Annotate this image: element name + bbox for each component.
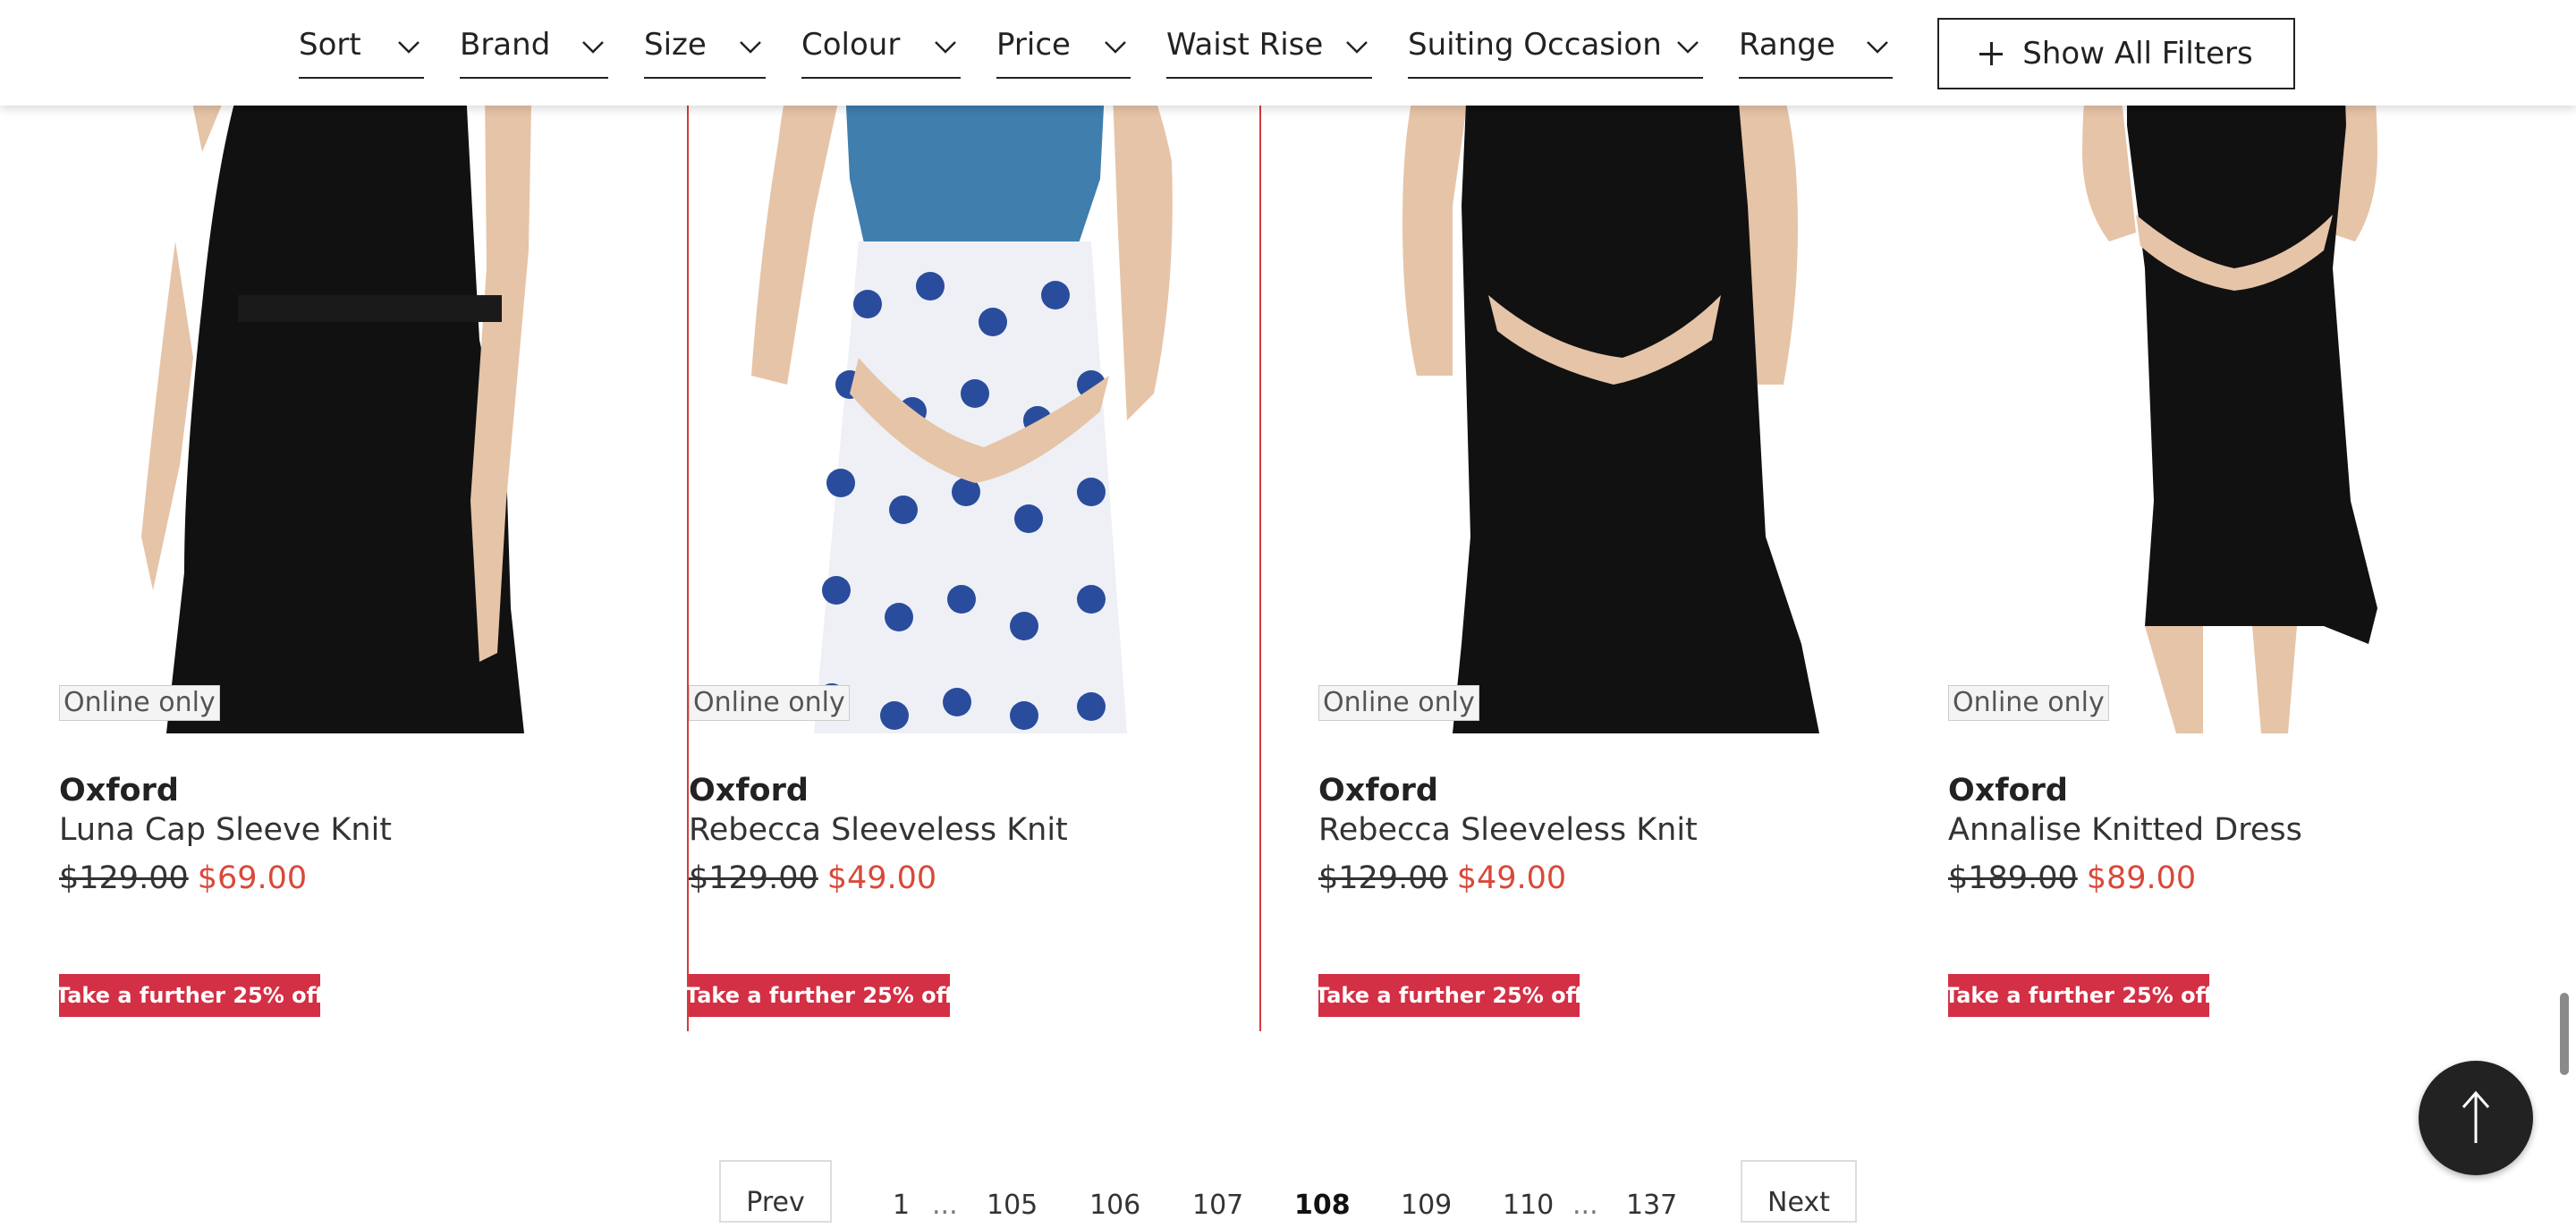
product-name[interactable]: Rebecca Sleeveless Knit	[689, 812, 1068, 848]
filter-suiting-occasion-label: Suiting Occasion	[1408, 27, 1662, 63]
product-brand: Oxford	[1948, 773, 2068, 809]
sale-price: $49.00	[1456, 860, 1567, 896]
sale-price: $89.00	[2086, 860, 2197, 896]
plus-icon	[1979, 42, 2004, 65]
online-only-badge: Online only	[1318, 685, 1479, 721]
filter-waist-rise-label: Waist Rise	[1166, 27, 1324, 63]
filter-brand-label: Brand	[460, 27, 551, 63]
filter-brand[interactable]: Brand	[460, 18, 608, 79]
chevron-down-icon	[1346, 41, 1368, 54]
product-brand: Oxford	[59, 773, 179, 809]
product-card[interactable]: Online only Oxford Rebecca Sleeveless Kn…	[685, 0, 1261, 1037]
chevron-down-icon	[582, 41, 604, 54]
product-brand: Oxford	[1318, 773, 1438, 809]
page-link[interactable]: 1	[893, 1190, 910, 1221]
product-name[interactable]: Luna Cap Sleeve Knit	[59, 812, 392, 848]
filter-colour-label: Colour	[801, 27, 901, 63]
filter-waist-rise[interactable]: Waist Rise	[1166, 18, 1372, 79]
original-price: $129.00	[1318, 860, 1448, 896]
filter-bar: Sort Brand Size Colour Price Waist Rise …	[0, 0, 2576, 106]
chevron-down-icon	[398, 41, 419, 54]
page-link[interactable]: 107	[1192, 1190, 1243, 1221]
sale-price: $69.00	[197, 860, 308, 896]
product-name[interactable]: Annalise Knitted Dress	[1948, 812, 2302, 848]
show-all-filters-label: Show All Filters	[2022, 36, 2253, 72]
scrollbar-thumb[interactable]	[2560, 993, 2569, 1075]
pagination-ellipsis: ...	[932, 1190, 958, 1221]
show-all-filters-button[interactable]: Show All Filters	[1937, 18, 2295, 89]
product-card[interactable]: Online only Oxford Luna Cap Sleeve Knit …	[55, 0, 631, 1037]
page-link[interactable]: 105	[987, 1190, 1038, 1221]
arrow-up-icon	[2462, 1090, 2490, 1143]
page-link[interactable]: 106	[1089, 1190, 1140, 1221]
pagination-ellipsis: ...	[1572, 1190, 1598, 1221]
original-price: $189.00	[1948, 860, 2078, 896]
chevron-down-icon	[1867, 41, 1888, 54]
online-only-badge: Online only	[689, 685, 850, 721]
filter-colour[interactable]: Colour	[801, 18, 961, 79]
filter-price[interactable]: Price	[996, 18, 1131, 79]
product-image	[59, 0, 631, 733]
filter-size-label: Size	[644, 27, 707, 63]
sale-price: $49.00	[826, 860, 937, 896]
product-prices: $189.00 $89.00	[1948, 860, 2196, 896]
product-brand: Oxford	[689, 773, 809, 809]
promo-badge[interactable]: Take a further 25% off	[685, 974, 953, 1017]
product-prices: $129.00 $69.00	[59, 860, 307, 896]
prev-page-button[interactable]: Prev	[719, 1160, 832, 1223]
current-page: 108	[1294, 1190, 1351, 1221]
chevron-down-icon	[740, 41, 761, 54]
filter-sort-label: Sort	[299, 27, 361, 63]
original-price: $129.00	[59, 860, 189, 896]
chevron-down-icon	[1677, 41, 1699, 54]
page-link[interactable]: 109	[1401, 1190, 1452, 1221]
product-prices: $129.00 $49.00	[689, 860, 936, 896]
filter-range[interactable]: Range	[1739, 18, 1893, 79]
product-image	[689, 0, 1261, 733]
filter-size[interactable]: Size	[644, 18, 766, 79]
promo-badge[interactable]: Take a further 25% off	[1315, 974, 1583, 1017]
product-card[interactable]: Online only Oxford Rebecca Sleeveless Kn…	[1315, 0, 1891, 1037]
chevron-down-icon	[1105, 41, 1126, 54]
back-to-top-button[interactable]	[2419, 1061, 2533, 1175]
product-prices: $129.00 $49.00	[1318, 860, 1566, 896]
product-name[interactable]: Rebecca Sleeveless Knit	[1318, 812, 1698, 848]
page-link[interactable]: 110	[1503, 1190, 1554, 1221]
promo-badge[interactable]: Take a further 25% off	[55, 974, 324, 1017]
product-image	[1948, 0, 2521, 733]
filter-sort[interactable]: Sort	[299, 18, 424, 79]
online-only-badge: Online only	[59, 685, 220, 721]
promo-badge[interactable]: Take a further 25% off	[1945, 974, 2213, 1017]
original-price: $129.00	[689, 860, 818, 896]
online-only-badge: Online only	[1948, 685, 2109, 721]
filter-price-label: Price	[996, 27, 1071, 63]
filter-suiting-occasion[interactable]: Suiting Occasion	[1408, 18, 1703, 79]
product-card[interactable]: Online only Oxford Annalise Knitted Dres…	[1945, 0, 2521, 1037]
next-page-button[interactable]: Next	[1741, 1160, 1857, 1223]
chevron-down-icon	[935, 41, 956, 54]
product-image	[1318, 0, 1891, 733]
page-link[interactable]: 137	[1626, 1190, 1677, 1221]
filter-range-label: Range	[1739, 27, 1835, 63]
